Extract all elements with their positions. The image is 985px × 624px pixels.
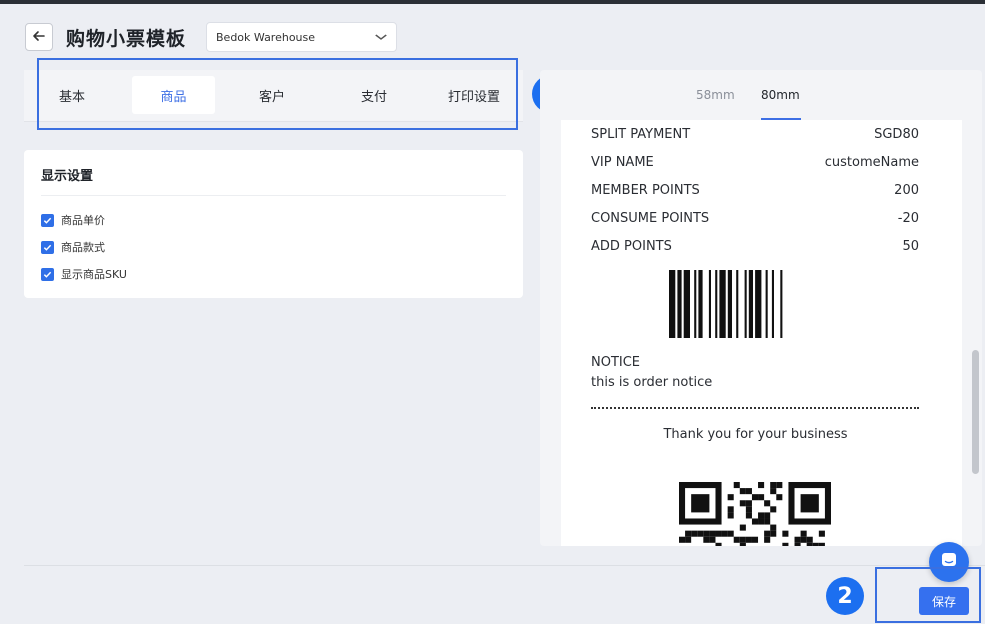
page-header: 购物小票模板 Bedok Warehouse [25, 22, 397, 52]
display-settings-card: 显示设置 商品单价 商品款式 显示商品SKU [24, 150, 523, 298]
paper-size-tabs: 58mm 80mm [540, 70, 982, 120]
annotation-badge-2: 2 [826, 577, 864, 615]
option-unit-price[interactable]: 商品单价 [41, 212, 105, 228]
qr-code-image [679, 482, 831, 546]
option-product-style[interactable]: 商品款式 [41, 239, 105, 255]
top-bar [0, 0, 985, 4]
option-show-sku[interactable]: 显示商品SKU [41, 266, 127, 282]
barcode-image [669, 270, 783, 338]
option-label: 显示商品SKU [61, 268, 127, 281]
receipt-row: SPLIT PAYMENT SGD80 [591, 127, 919, 142]
arrow-left-icon [32, 28, 46, 47]
receipt-row-value: -20 [897, 211, 919, 226]
footer-divider [24, 565, 985, 566]
receipt-paper: SPLIT PAYMENT SGD80 VIP NAME customeName… [561, 120, 962, 546]
receipt-row-value: customeName [824, 155, 919, 170]
receipt-row-label: MEMBER POINTS [591, 183, 700, 198]
thank-you-text: Thank you for your business [663, 427, 848, 442]
receipt-row-label: CONSUME POINTS [591, 211, 710, 226]
tab-80mm[interactable]: 80mm [761, 88, 800, 102]
option-label: 商品单价 [61, 214, 105, 227]
scrollbar-thumb[interactable] [972, 350, 979, 474]
notice-title: NOTICE [591, 355, 641, 370]
display-settings-title: 显示设置 [41, 169, 94, 184]
chevron-down-icon [375, 32, 388, 43]
tab-58mm[interactable]: 58mm [696, 88, 735, 102]
annotation-highlight-save [875, 567, 981, 623]
receipt-row-value: 200 [894, 183, 919, 198]
receipt-row-label: ADD POINTS [591, 239, 672, 254]
notice-text: this is order notice [591, 375, 713, 390]
receipt-row-label: VIP NAME [591, 155, 654, 170]
page-title: 购物小票模板 [66, 27, 187, 50]
dotted-divider [591, 407, 919, 409]
checkbox-checked-icon[interactable] [41, 213, 54, 227]
back-button[interactable] [25, 23, 53, 51]
warehouse-select-value: Bedok Warehouse [216, 30, 316, 44]
receipt-row-value: SGD80 [874, 127, 919, 142]
receipt-preview-panel: 58mm 80mm SPLIT PAYMENT SGD80 VIP NAME c… [540, 70, 982, 546]
receipt-row-label: SPLIT PAYMENT [591, 127, 691, 142]
receipt-row: VIP NAME customeName [591, 155, 919, 170]
checkbox-checked-icon[interactable] [41, 240, 54, 254]
checkbox-checked-icon[interactable] [41, 267, 54, 281]
receipt-row: MEMBER POINTS 200 [591, 183, 919, 198]
receipt-row: CONSUME POINTS -20 [591, 211, 919, 226]
divider [41, 195, 506, 196]
option-label: 商品款式 [61, 241, 105, 254]
annotation-highlight-tabs [37, 58, 518, 130]
receipt-row: ADD POINTS 50 [591, 239, 919, 254]
warehouse-select[interactable]: Bedok Warehouse [206, 22, 397, 52]
receipt-row-value: 50 [902, 239, 919, 254]
